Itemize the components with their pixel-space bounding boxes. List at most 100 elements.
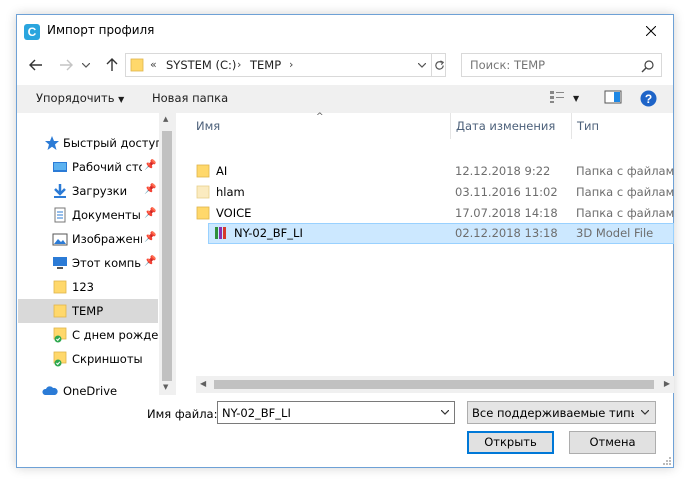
pictures-icon — [52, 233, 68, 246]
scroll-left-icon[interactable]: ◀ — [200, 379, 206, 388]
nav-item-documents[interactable]: Документы 📌 — [18, 203, 158, 227]
file-type-select[interactable]: Все поддерживаемые типы (*. — [467, 401, 656, 424]
scroll-thumb[interactable] — [162, 131, 172, 381]
close-icon — [646, 26, 656, 36]
nav-item-quick-access[interactable]: Быстрый доступ — [18, 131, 163, 155]
resize-grip-icon[interactable] — [661, 455, 671, 465]
table-row[interactable]: AI 12.12.2018 9:22 Папка с файлами — [190, 161, 674, 182]
scroll-up-icon[interactable]: ▲ — [163, 115, 168, 123]
pin-icon[interactable]: 📌 — [144, 184, 156, 195]
column-type-label: Тип — [577, 119, 600, 133]
scroll-down-icon[interactable]: ▼ — [163, 383, 168, 391]
nav-item-downloads[interactable]: Загрузки 📌 — [18, 179, 158, 203]
nav-item-screenshots[interactable]: Скриншоты — [18, 347, 158, 371]
back-button[interactable] — [25, 55, 47, 75]
horizontal-scrollbar[interactable]: ◀ ▶ — [196, 376, 674, 393]
scroll-thumb[interactable] — [214, 380, 654, 389]
new-folder-button[interactable]: Новая папка — [152, 91, 228, 105]
open-button[interactable]: Открыть — [467, 431, 554, 454]
nav-label: Рабочий сто — [72, 160, 142, 174]
view-options-icon[interactable] — [549, 90, 565, 104]
computer-icon — [53, 257, 67, 269]
caret-down-icon: ▼ — [118, 95, 125, 104]
chevron-down-icon — [641, 410, 649, 415]
nav-scrollbar[interactable]: ▲ ▼ — [159, 113, 175, 395]
table-row[interactable]: hlam 03.11.2016 11:02 Папка с файлами — [190, 182, 674, 203]
nav-item-onedrive[interactable]: OneDrive — [18, 379, 158, 395]
filename-input[interactable] — [222, 406, 422, 420]
cloud-icon — [42, 386, 58, 395]
arrow-right-icon — [60, 59, 73, 71]
pin-icon[interactable]: 📌 — [144, 208, 156, 219]
chevron-down-icon — [82, 62, 90, 68]
cancel-button[interactable]: Отмена — [569, 431, 656, 454]
folder-icon — [196, 206, 210, 220]
pin-icon[interactable]: 📌 — [144, 160, 156, 171]
close-button[interactable] — [629, 15, 673, 47]
address-history-button[interactable] — [413, 54, 431, 76]
nav-label: Документы — [72, 208, 141, 222]
preview-pane-icon[interactable] — [604, 90, 622, 104]
file-name: VOICE — [216, 206, 252, 220]
folder-icon — [53, 280, 67, 294]
forward-button[interactable] — [55, 55, 77, 75]
overflow-crumb[interactable]: « — [150, 58, 157, 71]
chevron-right-icon[interactable]: › — [289, 58, 293, 71]
file-list: Имя ^ Дата изменения Тип AI 12.12.2018 9… — [175, 112, 674, 395]
nav-label: Загрузки — [72, 184, 128, 198]
column-date-label: Дата изменения — [456, 119, 556, 133]
pin-icon[interactable]: 📌 — [144, 232, 156, 243]
folder-icon — [130, 58, 144, 72]
filename-label: Имя файла: — [147, 407, 218, 421]
nav-item-desktop[interactable]: Рабочий сто 📌 — [18, 155, 158, 179]
import-profile-dialog: C Импорт профиля « SYSTEM (C:) › TEMP › — [16, 14, 674, 468]
chevron-down-icon — [441, 410, 449, 415]
file-type-dropdown[interactable] — [637, 402, 653, 423]
breadcrumb-system-c[interactable]: SYSTEM (C:) — [166, 58, 236, 72]
view-menu-caret-icon[interactable]: ▼ — [573, 94, 579, 103]
nav-item-pictures[interactable]: Изображени 📌 — [18, 227, 158, 251]
search-icon — [641, 60, 654, 73]
nav-label: С днем рожден — [72, 328, 158, 342]
nav-item-123[interactable]: 123 — [18, 275, 158, 299]
organize-label: Упорядочить — [36, 91, 115, 105]
nav-item-birthday[interactable]: С днем рожден — [18, 323, 158, 347]
sort-ascending-icon: ^ — [316, 112, 324, 122]
file-name: AI — [216, 164, 228, 178]
column-header-type[interactable]: Тип — [571, 113, 674, 139]
folder-sync-icon — [53, 327, 67, 343]
file-type: Папка с файлами — [576, 185, 674, 199]
recent-locations-button[interactable] — [79, 55, 93, 75]
filename-field[interactable] — [217, 401, 455, 424]
chevron-right-icon[interactable]: › — [237, 58, 241, 71]
nav-item-this-pc[interactable]: Этот компьк 📌 — [18, 251, 158, 275]
breadcrumb-temp[interactable]: TEMP — [250, 58, 281, 72]
help-icon[interactable]: ? — [640, 90, 657, 107]
organize-button[interactable]: Упорядочить ▼ — [36, 91, 124, 105]
column-header-date[interactable]: Дата изменения — [450, 113, 571, 139]
arrow-up-icon — [106, 58, 118, 71]
file-type: Папка с файлами — [576, 164, 674, 178]
nav-label: TEMP — [72, 304, 104, 318]
refresh-button[interactable] — [431, 54, 447, 76]
arrow-left-icon — [29, 59, 42, 71]
app-logo-icon: C — [24, 24, 40, 40]
pin-icon[interactable]: 📌 — [144, 256, 156, 267]
nav-label: Скриншоты — [72, 352, 143, 366]
table-row[interactable]: VOICE 17.07.2018 14:18 Папка с файлами — [190, 203, 674, 224]
address-bar[interactable]: « SYSTEM (C:) › TEMP › — [125, 53, 446, 77]
search-box[interactable] — [461, 53, 662, 77]
chevron-down-icon — [418, 62, 426, 68]
up-button[interactable] — [101, 55, 123, 75]
svg-text:?: ? — [645, 92, 652, 106]
scroll-right-icon[interactable]: ▶ — [664, 379, 670, 388]
search-input[interactable] — [470, 58, 640, 72]
file-date: 03.11.2016 11:02 — [455, 185, 558, 199]
nav-item-temp[interactable]: TEMP — [18, 299, 158, 323]
star-icon — [45, 136, 59, 150]
column-header-name[interactable]: Имя ^ — [190, 112, 450, 139]
folder-icon — [196, 185, 210, 199]
file-date: 02.12.2018 13:18 — [455, 226, 558, 240]
table-row-selected[interactable]: NY-02_BF_LI 02.12.2018 13:18 3D Model Fi… — [208, 223, 674, 244]
filename-history-button[interactable] — [436, 402, 454, 423]
